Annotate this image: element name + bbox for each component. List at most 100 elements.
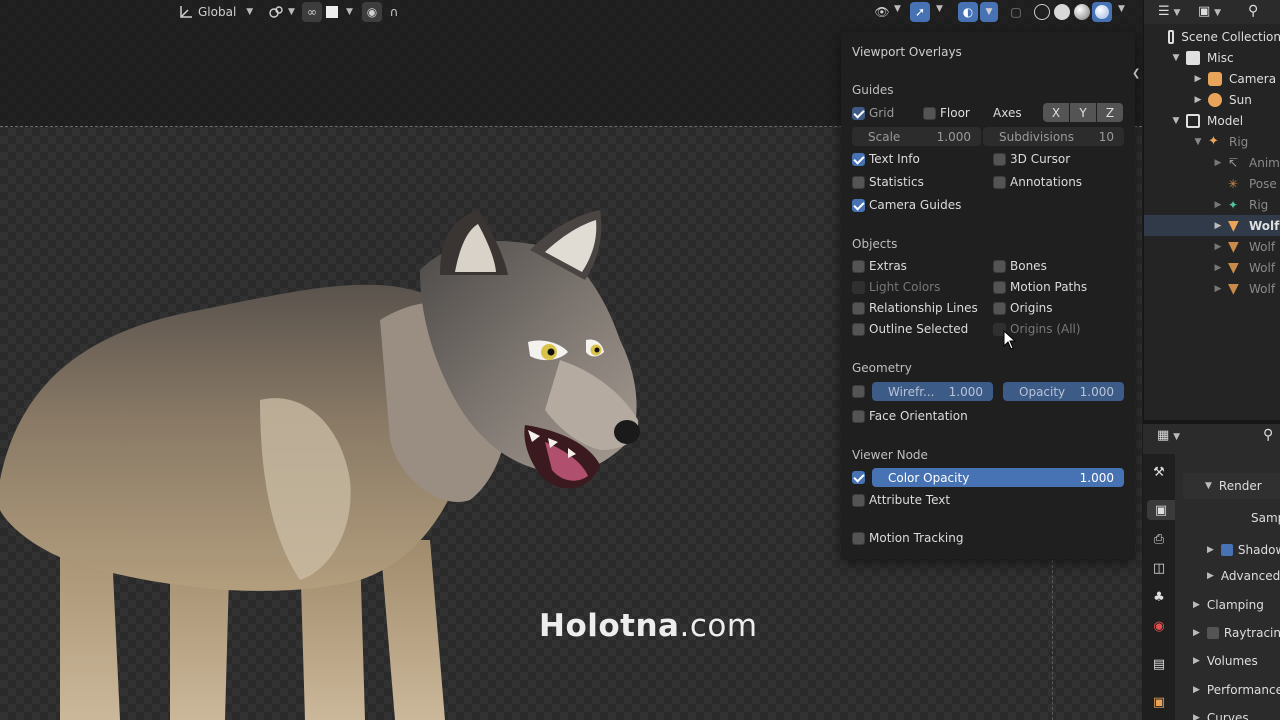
outline-selected-checkbox[interactable] xyxy=(852,323,865,336)
outliner-row-anim[interactable]: ▶ ↸ Anim xyxy=(1144,152,1280,173)
3d-cursor-checkbox[interactable] xyxy=(993,153,1006,166)
chevron-right-icon: ▶ xyxy=(1193,600,1200,610)
geometry-header: Geometry xyxy=(852,361,912,375)
subdivisions-label: Subdivisions xyxy=(999,129,1075,144)
light-colors-checkbox[interactable] xyxy=(852,281,865,294)
face-orientation-checkbox[interactable] xyxy=(852,410,865,423)
outliner-search-button[interactable]: ⚲ xyxy=(1248,3,1258,19)
view-layer-tab[interactable]: ◫ xyxy=(1149,558,1169,578)
advanced-subsection[interactable]: ▶ Advanced xyxy=(1207,565,1280,587)
proportional-edit-toggle[interactable]: ◉ xyxy=(362,2,382,22)
gizmo-toggle[interactable]: ➚ xyxy=(910,2,930,22)
curves-section[interactable]: ▶ Curves xyxy=(1193,707,1249,720)
raytracing-checkbox[interactable] xyxy=(1206,627,1219,639)
solid-shading-button[interactable] xyxy=(1054,4,1070,20)
3d-cursor-label: 3D Cursor xyxy=(1010,152,1071,166)
motion-tracking-checkbox[interactable] xyxy=(852,532,865,545)
outliner-row-camera[interactable]: ▶ Camera xyxy=(1144,68,1280,89)
origins-checkbox[interactable] xyxy=(993,302,1006,315)
grid-scale-field[interactable]: Scale 1.000 xyxy=(852,127,981,146)
render-tab[interactable]: ▣ xyxy=(1147,500,1175,520)
proportional-falloff-dropdown[interactable]: ∩ xyxy=(384,2,404,22)
chevron-left-icon[interactable]: ❮ xyxy=(1132,68,1140,79)
axis-y-toggle[interactable]: Y xyxy=(1070,103,1096,122)
clamping-section[interactable]: ▶ Clamping xyxy=(1193,594,1264,616)
wireframe-value: 1.000 xyxy=(948,384,983,399)
world-tab[interactable]: ◉ xyxy=(1149,616,1169,636)
color-opacity-field[interactable]: Color Opacity 1.000 xyxy=(872,468,1124,487)
text-info-checkbox[interactable] xyxy=(852,153,865,166)
wireframe-checkbox[interactable] xyxy=(852,385,865,398)
chevron-down-icon: ▼ xyxy=(1194,136,1202,147)
shadows-subsection[interactable]: ▶ Shadow xyxy=(1207,539,1280,561)
axis-x-toggle[interactable]: X xyxy=(1043,103,1069,122)
wrench-icon: ⚒ xyxy=(1153,464,1165,480)
origins-label: Origins xyxy=(1010,301,1053,315)
outliner-row-rig-data[interactable]: ▶ ✦ Rig xyxy=(1144,194,1280,215)
editor-type-dropdown[interactable]: ▦ ▼ xyxy=(1157,428,1180,443)
volumes-section[interactable]: ▶ Volumes xyxy=(1193,650,1258,672)
viewer-node-checkbox[interactable] xyxy=(852,471,865,484)
xray-icon: ▢ xyxy=(1010,5,1022,19)
shadows-checkbox[interactable] xyxy=(1220,544,1233,556)
chevron-down-icon: ▼ xyxy=(985,7,993,17)
rendered-shading-button[interactable] xyxy=(1092,2,1112,22)
object-tab[interactable]: ▣ xyxy=(1149,692,1169,712)
outliner-row-model[interactable]: ▼ Model xyxy=(1144,110,1280,131)
grid-checkbox[interactable] xyxy=(852,107,865,120)
wireframe-opacity-field[interactable]: Opacity 1.000 xyxy=(1003,382,1124,401)
floor-checkbox[interactable] xyxy=(923,107,936,120)
render-camera-icon: ▣ xyxy=(1154,502,1168,518)
bones-checkbox[interactable] xyxy=(993,260,1006,273)
attribute-text-checkbox[interactable] xyxy=(852,494,865,507)
visibility-dropdown[interactable]: 👁 xyxy=(872,2,892,22)
material-shading-button[interactable] xyxy=(1074,4,1090,20)
outliner-row-pose[interactable]: ✳ Pose xyxy=(1144,173,1280,194)
annotations-checkbox[interactable] xyxy=(993,176,1006,189)
chevron-right-icon: ▶ xyxy=(1214,157,1222,168)
wireframe-shading-button[interactable] xyxy=(1034,4,1050,20)
output-tab[interactable]: ⎙ xyxy=(1149,529,1169,549)
pose-icon: ✳ xyxy=(1228,176,1239,191)
filter-dropdown[interactable]: ▣ ▼ xyxy=(1198,4,1221,19)
gizmo-icon: ➚ xyxy=(914,5,926,19)
overlays-dropdown[interactable]: ▼ xyxy=(980,2,998,22)
search-icon: ⚲ xyxy=(1248,3,1259,19)
outliner-row-rig[interactable]: ▼ ✦ Rig xyxy=(1144,131,1280,152)
outliner-row-wolf[interactable]: ▶ ▼ Wolf xyxy=(1144,257,1280,278)
outliner-row-scene-collection[interactable]: Scene Collection xyxy=(1144,26,1280,47)
pivot-point-dropdown[interactable]: ▼ xyxy=(268,3,295,21)
properties-search-button[interactable]: ⚲ xyxy=(1263,427,1273,443)
scene-tab[interactable]: ♣ xyxy=(1149,587,1169,607)
grid-subdivisions-field[interactable]: Subdivisions 10 xyxy=(983,127,1124,146)
scene-icon: ♣ xyxy=(1153,589,1165,605)
axis-z-toggle[interactable]: Z xyxy=(1097,103,1123,122)
performance-section[interactable]: ▶ Performance xyxy=(1193,679,1280,701)
color-opacity-label: Color Opacity xyxy=(888,470,970,485)
transform-orientation-dropdown[interactable]: Global ▼ xyxy=(178,3,253,21)
bones-label: Bones xyxy=(1010,259,1047,273)
display-mode-dropdown[interactable]: ☰ ▼ xyxy=(1158,4,1180,19)
snap-toggle[interactable]: ∞ xyxy=(302,2,322,22)
camera-guides-checkbox[interactable] xyxy=(852,199,865,212)
render-section[interactable]: ▼ Render xyxy=(1205,475,1262,497)
collection-tab[interactable]: ▤ xyxy=(1149,654,1169,674)
overlays-toggle[interactable]: ◐ xyxy=(958,2,978,22)
scale-value: 1.000 xyxy=(936,129,971,144)
xray-toggle[interactable]: ▢ xyxy=(1006,2,1026,22)
snap-target-dropdown[interactable]: ▼ xyxy=(326,3,353,21)
tool-tab[interactable]: ⚒ xyxy=(1149,462,1169,482)
outliner-row-misc[interactable]: ▼ Misc xyxy=(1144,47,1280,68)
outliner-row-wolf[interactable]: ▶ ▼ Wolf xyxy=(1144,215,1280,236)
motion-paths-checkbox[interactable] xyxy=(993,281,1006,294)
extras-checkbox[interactable] xyxy=(852,260,865,273)
outliner-row-wolf[interactable]: ▶ ▼ Wolf xyxy=(1144,278,1280,299)
chevron-down-icon: ▼ xyxy=(1214,8,1222,18)
wireframe-threshold-field[interactable]: Wirefr... 1.000 xyxy=(872,382,993,401)
sampling-label: Samp xyxy=(1251,511,1280,525)
raytracing-section[interactable]: ▶ Raytracing xyxy=(1193,622,1280,644)
relationship-lines-checkbox[interactable] xyxy=(852,302,865,315)
outliner-row-sun[interactable]: ▶ Sun xyxy=(1144,89,1280,110)
outliner-row-wolf[interactable]: ▶ ▼ Wolf xyxy=(1144,236,1280,257)
statistics-checkbox[interactable] xyxy=(852,176,865,189)
